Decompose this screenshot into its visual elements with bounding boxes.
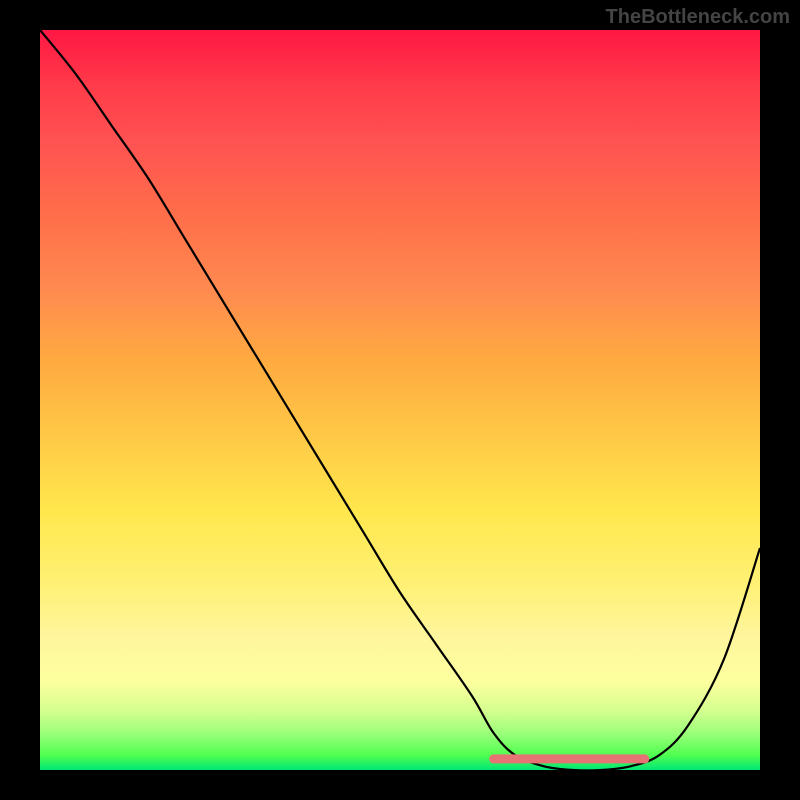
watermark-text: TheBottleneck.com: [606, 6, 790, 29]
curve-svg: [40, 30, 760, 770]
plot-area: [40, 30, 760, 770]
bottleneck-curve: [40, 30, 760, 770]
chart-container: TheBottleneck.com: [0, 0, 800, 800]
